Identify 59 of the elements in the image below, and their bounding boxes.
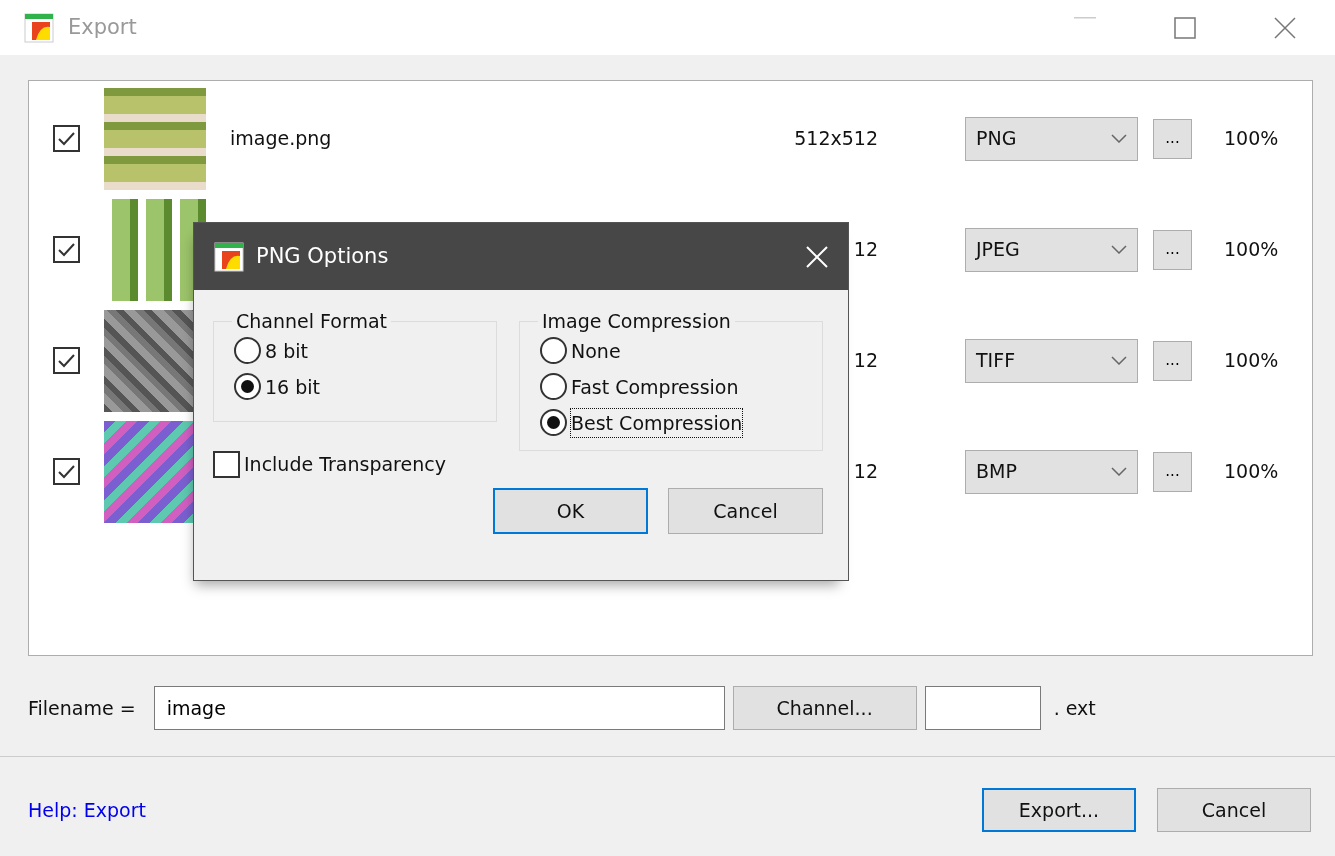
option-label: None [571, 338, 621, 364]
image-size: 512x512 [794, 127, 878, 150]
radio-button[interactable] [234, 373, 261, 401]
option-label: 16 bit [265, 374, 320, 400]
caret-icon [1111, 245, 1127, 254]
app-icon [214, 241, 244, 272]
radio-button[interactable] [540, 373, 567, 401]
window-title: Export [68, 13, 137, 41]
dialog-button[interactable]: Cancel [1157, 788, 1311, 832]
format-dropdown[interactable]: JPEG [965, 227, 1138, 272]
option-label: Best Compression [571, 408, 743, 438]
format-options-button[interactable]: ... [1153, 229, 1192, 270]
checkbox[interactable] [53, 125, 80, 152]
group-title: Channel Format [235, 310, 388, 333]
radio-button[interactable] [540, 337, 567, 365]
check-icon [57, 242, 76, 257]
image-size: 12 [853, 238, 878, 261]
format-options-button[interactable]: ... [1153, 451, 1192, 492]
filename-field[interactable]: image [153, 686, 725, 730]
file-name: image.png [230, 127, 332, 150]
caret-icon [1111, 467, 1127, 476]
quality-percent: 100% [1224, 348, 1279, 374]
extension-field[interactable] [924, 686, 1041, 730]
dialog-button[interactable]: OK [493, 488, 648, 534]
format-dropdown[interactable]: TIFF [965, 338, 1138, 383]
format-dropdown[interactable]: BMP [965, 449, 1138, 494]
dialog-title: PNG Options [256, 242, 389, 270]
close-icon[interactable] [1274, 16, 1296, 39]
dialog-button[interactable]: Cancel [668, 488, 823, 534]
format-dropdown[interactable]: PNG [965, 116, 1138, 161]
format-options-button[interactable]: ... [1153, 340, 1192, 381]
check-icon [57, 353, 76, 368]
quality-percent: 100% [1224, 459, 1279, 485]
quality-percent: 100% [1224, 237, 1279, 263]
checkbox[interactable] [213, 450, 240, 478]
quality-percent: 100% [1224, 126, 1279, 152]
app-icon [24, 12, 54, 43]
caret-icon [1111, 134, 1127, 143]
option-label: Fast Compression [571, 374, 739, 400]
filename-label: Filename = [28, 695, 136, 721]
checkbox[interactable] [53, 236, 80, 263]
image-size: 12 [853, 349, 878, 372]
channel-button[interactable]: Channel... [732, 686, 917, 730]
image-size: 12 [853, 460, 878, 483]
format-options-button[interactable]: ... [1153, 118, 1192, 159]
checkbox[interactable] [53, 347, 80, 374]
group-title: Image Compression [541, 310, 732, 333]
option-label: 8 bit [265, 338, 308, 364]
check-icon [57, 131, 76, 146]
caret-icon [1111, 356, 1127, 365]
maximize-icon[interactable] [1174, 16, 1196, 39]
checkbox-label: Include Transparency [244, 451, 446, 477]
dialog-button[interactable]: Export... [982, 788, 1136, 832]
checkbox[interactable] [53, 458, 80, 485]
extension-label: . ext [1053, 695, 1096, 721]
check-icon [57, 464, 76, 479]
radio-button[interactable] [234, 337, 261, 365]
help-link[interactable]: Help: Export [28, 795, 146, 825]
radio-button[interactable] [540, 409, 567, 437]
